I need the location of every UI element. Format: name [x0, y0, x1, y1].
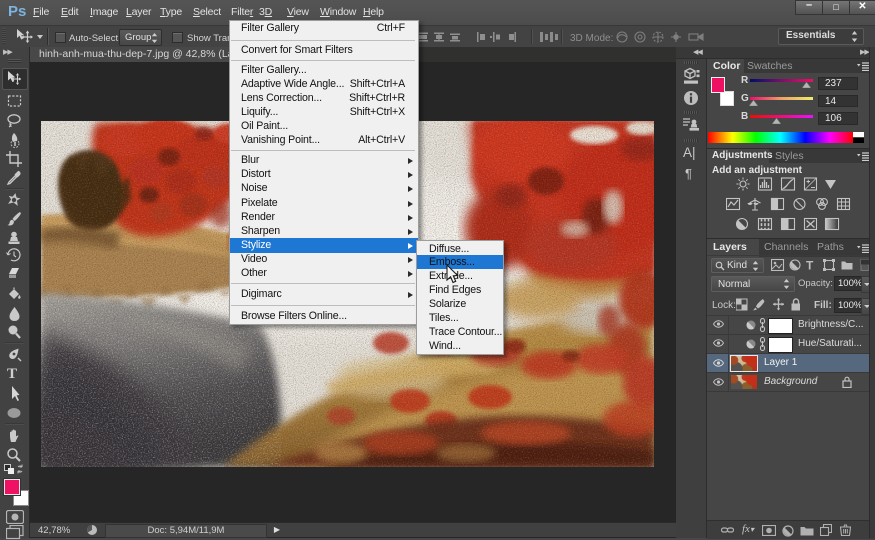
svg-text:T: T [806, 259, 814, 271]
